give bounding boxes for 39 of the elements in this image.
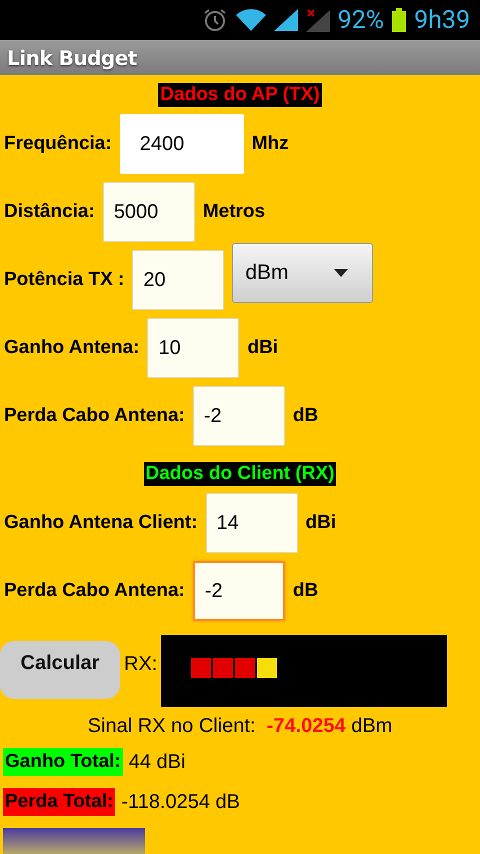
field-label: Ganho Antena: xyxy=(4,337,140,359)
clock-time: 9h39 xyxy=(414,6,470,34)
rx-label: RX: xyxy=(124,653,158,676)
section-header: Dados do Client (RX) xyxy=(144,462,336,486)
unit-label: dB xyxy=(292,580,318,602)
total-value: 44 dBi xyxy=(128,750,186,774)
unit-label: Mhz xyxy=(252,133,289,155)
input-field[interactable]: 10 xyxy=(147,318,240,378)
total-label: Perda Total: xyxy=(3,788,116,816)
unit-label: Metros xyxy=(202,201,266,223)
wifi-icon xyxy=(236,9,266,31)
field-label: Perda Cabo Antena: xyxy=(4,405,185,427)
total-label: Ganho Total: xyxy=(3,748,123,776)
battery-icon xyxy=(392,8,406,32)
section-header: Dados do AP (TX) xyxy=(158,83,322,107)
input-field[interactable]: 5000 xyxy=(102,182,195,242)
input-field[interactable]: 14 xyxy=(206,493,298,553)
unit-dropdown[interactable]: dBm xyxy=(232,243,374,303)
unit-label: dBi xyxy=(247,337,278,359)
signal-icon xyxy=(274,9,298,31)
calculate-button[interactable]: Calcular xyxy=(0,641,120,699)
no-signal-icon xyxy=(306,8,330,32)
window-title: Link Budget xyxy=(7,46,137,70)
field-label: Potência TX : xyxy=(4,269,124,291)
field-label: Distância: xyxy=(4,201,95,223)
input-field[interactable]: 2400 xyxy=(120,114,244,174)
unit-label: dB xyxy=(292,405,318,427)
battery-percent: 92% xyxy=(338,6,384,34)
unit-label: dBi xyxy=(306,512,336,534)
input-field[interactable]: 20 xyxy=(132,250,224,310)
caret-icon xyxy=(334,269,348,277)
alarm-clock-icon xyxy=(202,7,228,33)
total-value: -118.0254 dB xyxy=(121,790,240,814)
input-field[interactable]: -2 xyxy=(192,386,285,446)
field-label: Perda Cabo Antena: xyxy=(4,580,185,602)
input-field[interactable]: -2 xyxy=(192,561,285,621)
signal-result: Sinal RX no Client: -74.0254 dBm xyxy=(86,715,394,738)
field-label: Ganho Antena Client: xyxy=(4,512,198,534)
field-label: Frequência: xyxy=(4,133,112,155)
